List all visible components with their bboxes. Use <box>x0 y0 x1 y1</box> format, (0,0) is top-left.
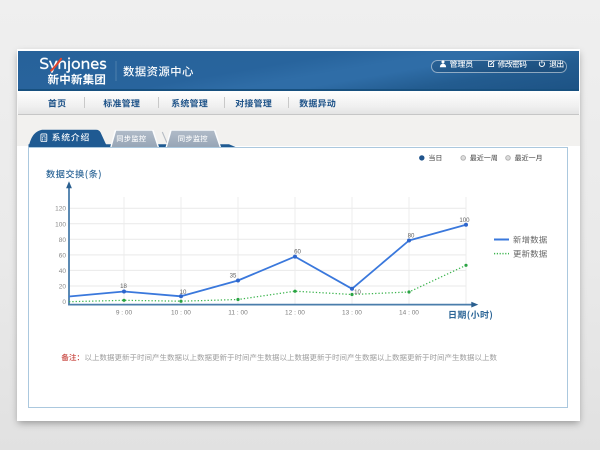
svg-text:35: 35 <box>230 273 237 280</box>
svg-text:80: 80 <box>59 237 67 244</box>
svg-text:0: 0 <box>62 299 66 306</box>
svg-text:20: 20 <box>59 284 67 291</box>
svg-text:12 : 00: 12 : 00 <box>285 310 305 317</box>
svg-text:11 : 00: 11 : 00 <box>228 310 248 317</box>
svg-text:60: 60 <box>59 252 67 259</box>
svg-text:100: 100 <box>459 217 470 224</box>
svg-text:14 : 00: 14 : 00 <box>399 310 419 317</box>
svg-text:10: 10 <box>180 289 187 296</box>
svg-text:10: 10 <box>354 289 361 296</box>
svg-text:10 : 00: 10 : 00 <box>171 310 191 317</box>
svg-text:60: 60 <box>294 249 301 256</box>
svg-text:13 : 00: 13 : 00 <box>342 310 362 317</box>
svg-text:9 : 00: 9 : 00 <box>116 310 133 317</box>
svg-text:80: 80 <box>408 233 415 240</box>
svg-text:100: 100 <box>55 221 66 228</box>
svg-text:40: 40 <box>59 268 67 275</box>
svg-text:120: 120 <box>55 206 66 213</box>
svg-text:18: 18 <box>120 283 127 290</box>
